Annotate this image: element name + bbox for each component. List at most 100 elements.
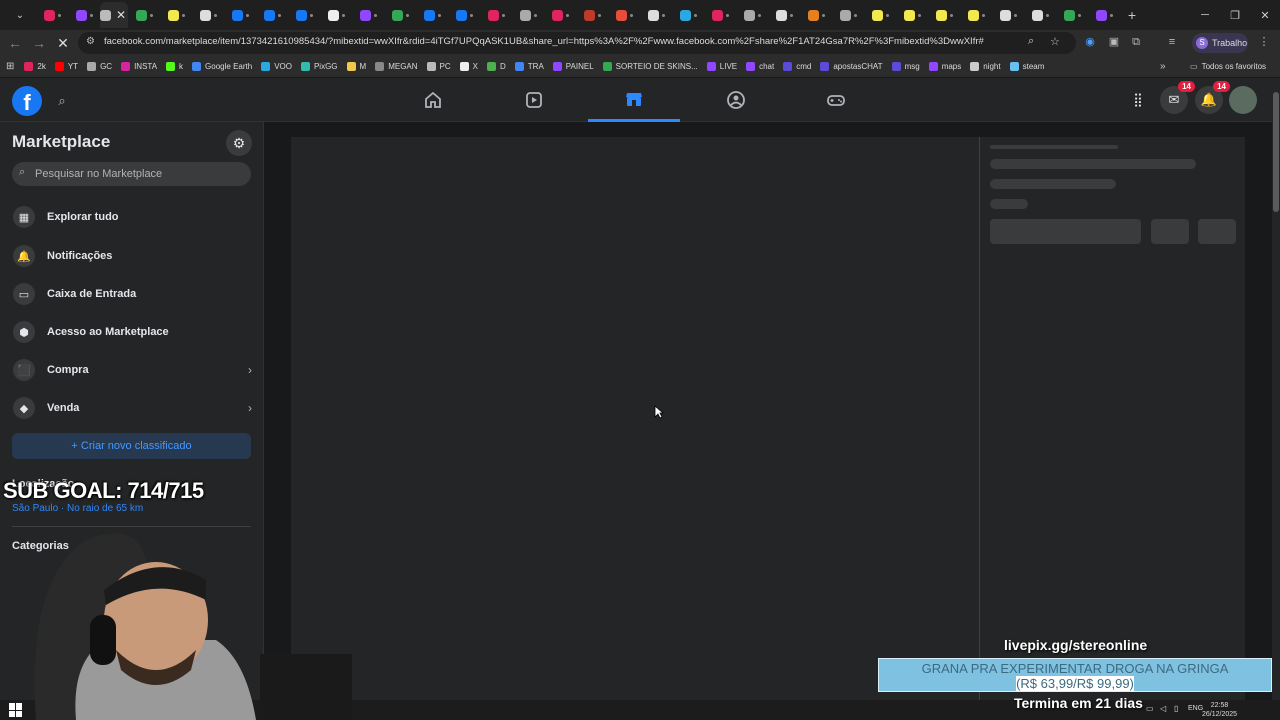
browser-tab[interactable]: ✕ <box>100 2 128 28</box>
bookmark-item[interactable]: msg <box>891 62 920 71</box>
battery-icon[interactable]: ▯ <box>1174 704 1178 713</box>
notifications-button[interactable]: 🔔 14 <box>1195 81 1230 114</box>
browser-tab[interactable] <box>1088 2 1120 28</box>
browser-tab[interactable] <box>288 2 320 28</box>
more-bookmarks-icon[interactable]: » <box>1160 61 1166 72</box>
marketplace-search-input[interactable]: ⌕ Pesquisar no Marketplace <box>12 162 251 186</box>
volume-icon[interactable]: ◁ <box>1160 704 1166 713</box>
site-info-icon[interactable]: ⚙ <box>86 36 95 47</box>
sidebar-item-compra[interactable]: ⬛ Compra › <box>8 353 256 387</box>
browser-tab[interactable] <box>128 2 160 28</box>
create-listing-button[interactable]: + Criar novo classificado <box>12 433 251 459</box>
browser-tab[interactable] <box>36 2 68 28</box>
browser-tab[interactable] <box>1056 2 1088 28</box>
browser-tab[interactable] <box>224 2 256 28</box>
bookmark-item[interactable]: INSTA <box>121 62 157 71</box>
browser-tab[interactable] <box>416 2 448 28</box>
sidebar-item-caixa[interactable]: ▭ Caixa de Entrada <box>8 277 256 311</box>
browser-tab[interactable] <box>384 2 416 28</box>
stop-loading-button[interactable]: ✕ <box>54 34 72 52</box>
bookmark-item[interactable]: MEGAN <box>375 62 418 71</box>
bookmark-item[interactable]: Google Earth <box>192 62 252 71</box>
browser-tab[interactable] <box>640 2 672 28</box>
nav-groups-tab[interactable] <box>690 78 782 122</box>
tab-search-button[interactable]: ⌄ <box>4 2 36 28</box>
browser-tab[interactable] <box>704 2 736 28</box>
nav-home-tab[interactable] <box>387 78 479 122</box>
bookmark-item[interactable]: LIVE <box>706 62 737 71</box>
browser-tab[interactable] <box>576 2 608 28</box>
language-indicator[interactable]: ENG <box>1188 705 1203 712</box>
bookmark-item[interactable]: steam <box>1009 62 1044 71</box>
settings-gear-button[interactable]: ⚙ <box>226 130 252 156</box>
browser-tab[interactable] <box>320 2 352 28</box>
messenger-button[interactable]: ✉ 14 <box>1160 81 1195 114</box>
address-bar[interactable]: ⚙ facebook.com/marketplace/item/13734216… <box>78 32 1076 54</box>
bookmark-item[interactable]: maps <box>928 62 961 71</box>
browser-tab[interactable] <box>544 2 576 28</box>
extension-icon[interactable]: ◉ <box>1082 34 1098 50</box>
browser-tab[interactable] <box>896 2 928 28</box>
bookmark-item[interactable]: k <box>166 62 183 71</box>
menu-grid-button[interactable]: ⣿ <box>1124 86 1152 114</box>
account-avatar[interactable] <box>1229 86 1257 114</box>
bookmark-item[interactable]: PC <box>426 62 451 71</box>
facebook-logo[interactable]: f <box>12 86 42 116</box>
bookmark-item[interactable]: X <box>459 62 478 71</box>
tab-close-icon[interactable]: ✕ <box>114 8 128 22</box>
browser-tab[interactable] <box>448 2 480 28</box>
bookmark-item[interactable]: YT <box>54 62 78 71</box>
browser-tab[interactable] <box>160 2 192 28</box>
browser-tab[interactable] <box>800 2 832 28</box>
bookmark-item[interactable]: PixGG <box>300 62 338 71</box>
browser-tab[interactable] <box>256 2 288 28</box>
browser-menu-icon[interactable]: ⋮ <box>1256 34 1272 50</box>
clock[interactable]: 22:58 26/12/2025 <box>1202 701 1237 719</box>
browser-tab[interactable] <box>928 2 960 28</box>
browser-tab[interactable] <box>832 2 864 28</box>
bookmark-item[interactable]: PAINEL <box>552 62 594 71</box>
bookmark-item[interactable]: chat <box>746 62 774 71</box>
close-window-button[interactable]: ✕ <box>1248 0 1280 30</box>
browser-tab[interactable] <box>672 2 704 28</box>
nav-marketplace-tab[interactable] <box>588 78 680 122</box>
back-button[interactable]: ← <box>6 34 24 52</box>
browser-tab[interactable] <box>992 2 1024 28</box>
sidebar-item-notificações[interactable]: 🔔 Notificações <box>8 239 256 273</box>
bookmark-item[interactable]: VOO <box>261 62 292 71</box>
bookmark-item[interactable]: cmd <box>783 62 811 71</box>
forward-button[interactable]: → <box>30 34 48 52</box>
bookmark-item[interactable]: night <box>970 62 1001 71</box>
browser-tab[interactable] <box>736 2 768 28</box>
browser-tab[interactable] <box>512 2 544 28</box>
browser-tab[interactable] <box>68 2 100 28</box>
search-icon[interactable]: ⌕ <box>48 87 76 115</box>
page-scrollbar[interactable] <box>1272 78 1280 700</box>
browser-tab[interactable] <box>480 2 512 28</box>
new-tab-button[interactable]: + <box>1120 7 1144 23</box>
sidebar-item-explorar[interactable]: ▦ Explorar tudo <box>8 200 256 234</box>
scroll-thumb[interactable] <box>1273 92 1279 212</box>
browser-tab[interactable] <box>608 2 640 28</box>
bookmark-item[interactable]: TRA <box>514 62 544 71</box>
minimize-button[interactable]: ─ <box>1188 0 1222 30</box>
browser-tab[interactable] <box>192 2 224 28</box>
maximize-button[interactable]: ❐ <box>1218 0 1252 30</box>
profile-chip[interactable]: S Trabalho <box>1192 33 1248 53</box>
browser-tab[interactable] <box>960 2 992 28</box>
reading-list-icon[interactable]: ≡ <box>1164 34 1180 50</box>
apps-grid-icon[interactable]: ⊞ <box>6 61 14 72</box>
bookmark-item[interactable]: GC <box>87 62 112 71</box>
browser-tab[interactable] <box>352 2 384 28</box>
bookmark-item[interactable]: M <box>346 62 366 71</box>
browser-tab[interactable] <box>1024 2 1056 28</box>
zoom-icon[interactable]: ⌕ <box>1028 35 1034 48</box>
bookmark-item[interactable]: SORTEIO DE SKINS... <box>602 62 698 71</box>
bookmark-star-icon[interactable]: ☆ <box>1050 35 1060 48</box>
all-bookmarks[interactable]: ▭ Todos os favoritos <box>1190 62 1266 71</box>
browser-tab[interactable] <box>864 2 896 28</box>
location-value[interactable]: São Paulo · No raio de 65 km <box>12 503 143 514</box>
browser-tab[interactable] <box>768 2 800 28</box>
nav-gaming-tab[interactable] <box>790 78 882 122</box>
sidebar-item-acesso[interactable]: ⬢ Acesso ao Marketplace <box>8 315 256 349</box>
